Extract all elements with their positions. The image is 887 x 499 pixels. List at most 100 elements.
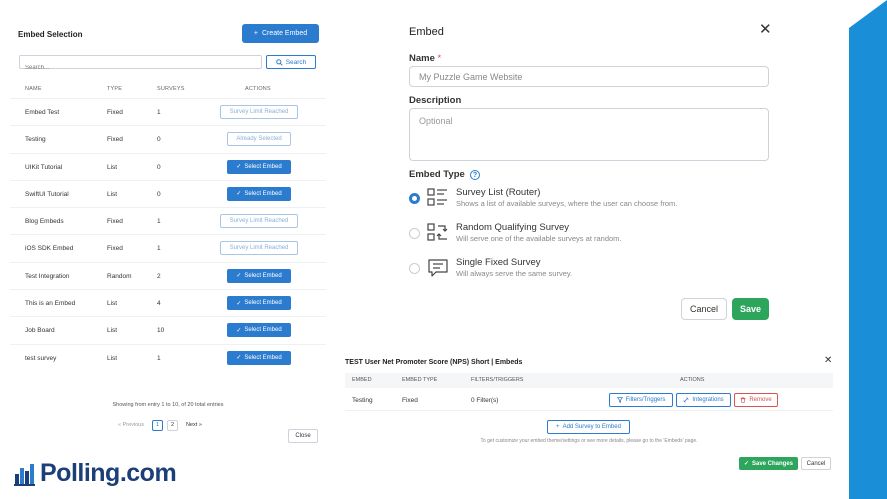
name-input[interactable] (409, 66, 769, 87)
cell-type: Fixed (107, 136, 123, 144)
description-label: Description (409, 95, 462, 106)
save-button[interactable]: Save (732, 298, 769, 320)
table-body: Embed Test Fixed 1 Survey Limit Reached Test… (10, 98, 326, 371)
action-label: Survey Limit Reached (229, 109, 289, 115)
option-random-survey[interactable]: Random Qualifying Survey Will serve one … (409, 222, 709, 250)
col-actions: ACTIONS (680, 377, 705, 383)
option-title: Survey List (Router) (456, 187, 541, 198)
table-row: Blog Embeds Fixed 1 Survey Limit Reached (10, 207, 326, 234)
select-embed-button[interactable]: ✓ Select Embed (227, 159, 291, 174)
shuffle-icon (427, 223, 448, 241)
select-embed-button[interactable]: ✓ Select Embed (227, 350, 291, 365)
cancel-button[interactable]: Cancel (801, 457, 831, 470)
select-embed-button[interactable]: ✓ Select Embed (227, 323, 291, 338)
table-header: NAME TYPE SURVEYS ACTIONS (10, 82, 326, 94)
filters-triggers-button[interactable]: Filters/Triggers (609, 393, 673, 407)
add-survey-to-embed-button[interactable]: + Add Survey to Embed (547, 420, 630, 434)
embed-type: Fixed (402, 397, 418, 404)
cell-name: Job Board (25, 327, 55, 335)
cell-type: Fixed (107, 218, 123, 226)
survey-limit-button: Survey Limit Reached (220, 214, 298, 229)
option-survey-list[interactable]: Survey List (Router) Shows a list of ava… (409, 187, 709, 215)
check-icon: ✓ (743, 461, 749, 467)
col-type: TYPE (107, 86, 123, 92)
cell-type: Fixed (107, 109, 123, 116)
action-label: Select Embed (244, 300, 282, 307)
table-row: Testing Fixed 0 Filter(s) Filters/Trigge… (345, 390, 833, 411)
table-row: This is an Embed List 4 ✓ Select Embed (10, 289, 326, 316)
action-label: Already Selected (236, 136, 282, 143)
create-embed-label: Create Embed (261, 30, 308, 37)
cancel-button[interactable]: Cancel (681, 298, 727, 320)
close-icon[interactable]: ✕ (759, 20, 772, 38)
cell-name: This is an Embed (25, 300, 76, 308)
close-button[interactable]: Close (288, 429, 318, 443)
cell-type: List (107, 327, 118, 335)
cell-name: Blog Embeds (25, 218, 64, 226)
description-input[interactable] (409, 108, 769, 161)
remove-label: Remove (749, 397, 772, 403)
integrations-button[interactable]: Integrations (676, 393, 731, 407)
radio-random-survey[interactable] (409, 228, 420, 239)
col-embed: EMBED (352, 377, 372, 383)
cell-type: Fixed (107, 245, 123, 253)
help-icon[interactable]: ? (470, 170, 480, 180)
cell-name: SwiftUI Tutorial (25, 190, 69, 198)
page-2-button[interactable]: 2 (167, 419, 178, 431)
table-row: Job Board List 10 ✓ Select Embed (10, 316, 326, 343)
nps-table-header: EMBED EMBED TYPE FILTERS/TRIGGERS ACTION… (345, 373, 833, 388)
action-label: Select Embed (244, 272, 282, 279)
radio-single-fixed[interactable] (409, 263, 420, 274)
search-label: Search (285, 58, 307, 66)
entries-summary: Showing from entry 1 to 10, of 20 total … (112, 402, 224, 408)
col-actions: ACTIONS (245, 86, 271, 92)
table-row: Test Integration Random 2 ✓ Select Embed (10, 261, 326, 289)
cell-surveys: 1 (157, 245, 161, 253)
search-icon (275, 58, 283, 66)
cell-type: List (107, 190, 118, 198)
embed-type-label: Embed Type (409, 169, 465, 180)
option-single-fixed[interactable]: Single Fixed Survey Will always serve th… (409, 257, 709, 285)
cell-name: UIKit Tutorial (25, 163, 63, 171)
plus-icon: + (253, 30, 258, 37)
select-embed-button[interactable]: ✓ Select Embed (227, 268, 291, 283)
cell-type: List (107, 300, 118, 308)
plus-icon: + (556, 424, 560, 430)
action-label: Select Embed (244, 163, 282, 170)
app-root: Embed Selection + Create Embed Search NA… (0, 0, 887, 499)
remove-button[interactable]: Remove (734, 393, 778, 407)
logo-bars-icon (14, 463, 35, 486)
check-icon: ✓ (236, 327, 242, 334)
embed-selection-panel: Embed Selection + Create Embed Search NA… (10, 14, 326, 454)
col-name: NAME (25, 86, 42, 92)
hint-text: To get customize your embed theme/settin… (480, 438, 698, 444)
decorative-stripe (849, 0, 887, 499)
check-icon: ✓ (236, 164, 242, 171)
previous-page-link[interactable]: « Previous (118, 422, 144, 428)
cell-name: Test Integration (25, 272, 70, 280)
option-desc: Shows a list of available surveys, where… (456, 199, 678, 208)
search-field (19, 55, 262, 74)
name-label-text: Name (409, 53, 435, 64)
close-icon[interactable]: ✕ (824, 355, 832, 366)
embed-filters: 0 Filter(s) (471, 397, 499, 404)
select-embed-button[interactable]: ✓ Select Embed (227, 296, 291, 311)
cell-surveys: 10 (157, 327, 165, 335)
radio-survey-list[interactable] (409, 193, 420, 204)
save-changes-button[interactable]: ✓ Save Changes (739, 457, 798, 470)
check-icon: ✓ (236, 355, 242, 362)
search-button[interactable]: Search (266, 55, 316, 69)
select-embed-button[interactable]: ✓ Select Embed (227, 186, 291, 201)
search-input[interactable] (20, 62, 261, 74)
option-desc: Will always serve the same survey. (456, 269, 573, 278)
option-desc: Will serve one of the available surveys … (456, 234, 622, 243)
table-row: Embed Test Fixed 1 Survey Limit Reached (10, 98, 326, 125)
col-surveys: SURVEYS (157, 86, 185, 92)
logo-text: Polling.com (40, 459, 177, 487)
option-title: Single Fixed Survey (456, 257, 541, 268)
create-embed-button[interactable]: + Create Embed (242, 24, 319, 43)
cell-type: List (107, 163, 118, 171)
page-1-button[interactable]: 1 (152, 419, 163, 431)
cell-name: Testing (25, 136, 46, 144)
next-page-link[interactable]: Next » (186, 422, 202, 428)
